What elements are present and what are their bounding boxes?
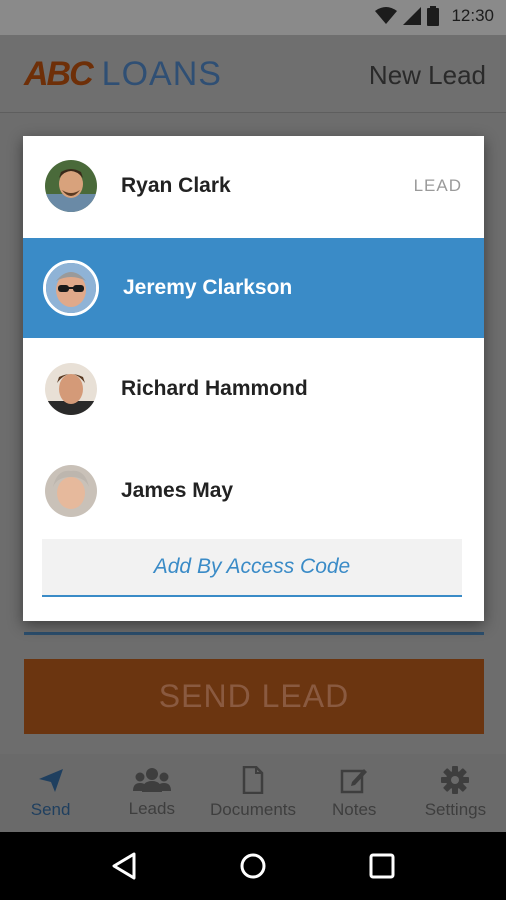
logo-abc: ABC [24, 55, 94, 93]
add-by-access-code-button[interactable]: Add By Access Code [42, 539, 462, 597]
back-icon[interactable] [111, 852, 137, 880]
home-icon[interactable] [239, 852, 267, 880]
status-time: 12:30 [451, 6, 494, 25]
document-icon [242, 766, 264, 794]
app-header: ABC LOANS New Lead [0, 35, 506, 113]
notes-icon [340, 769, 368, 794]
input-underline [24, 632, 484, 635]
battery-icon [427, 6, 440, 26]
logo-loans: LOANS [101, 55, 222, 93]
app-logo: ABC LOANS [24, 55, 222, 94]
contact-name: Richard Hammond [121, 377, 308, 400]
nav-item-leads[interactable]: Leads [101, 754, 202, 832]
page-title: New Lead [368, 60, 486, 90]
nav-label: Leads [128, 799, 175, 818]
contact-name: Jeremy Clarkson [123, 276, 293, 299]
avatar [45, 363, 97, 415]
avatar [43, 260, 99, 316]
lead-badge: LEAD [413, 176, 462, 195]
nav-label: Notes [332, 800, 377, 819]
contact-row-james-may[interactable]: James May [23, 441, 484, 541]
nav-item-settings[interactable]: Settings [405, 754, 506, 832]
status-bar: 12:30 [0, 0, 506, 35]
avatar [45, 465, 97, 517]
leads-icon [132, 768, 171, 792]
nav-item-send[interactable]: Send [0, 754, 101, 832]
contact-picker-dialog: Ryan Clark LEAD Jeremy Clarkson Richard … [23, 136, 484, 621]
status-icons: 12:30 [375, 6, 494, 26]
settings-icon [441, 766, 470, 794]
wifi-icon [375, 7, 398, 24]
bottom-nav: Send Leads Documents Notes Settings [0, 754, 506, 832]
contact-name: James May [121, 479, 234, 502]
avatar [45, 160, 97, 212]
contact-row-ryan-clark[interactable]: Ryan Clark LEAD [23, 136, 484, 236]
send-icon [38, 769, 63, 792]
recents-icon[interactable] [369, 853, 395, 879]
contact-name: Ryan Clark [121, 174, 231, 197]
nav-label: Settings [424, 800, 487, 819]
send-lead-button[interactable]: SEND LEAD [24, 659, 484, 734]
contact-row-richard-hammond[interactable]: Richard Hammond [23, 339, 484, 439]
nav-label: Send [30, 800, 71, 819]
nav-label: Documents [210, 800, 296, 819]
nav-item-notes[interactable]: Notes [304, 754, 405, 832]
contact-row-jeremy-clarkson[interactable]: Jeremy Clarkson [23, 238, 484, 338]
nav-item-documents[interactable]: Documents [202, 754, 303, 832]
signal-icon [403, 7, 422, 25]
android-nav-bar [0, 832, 506, 900]
